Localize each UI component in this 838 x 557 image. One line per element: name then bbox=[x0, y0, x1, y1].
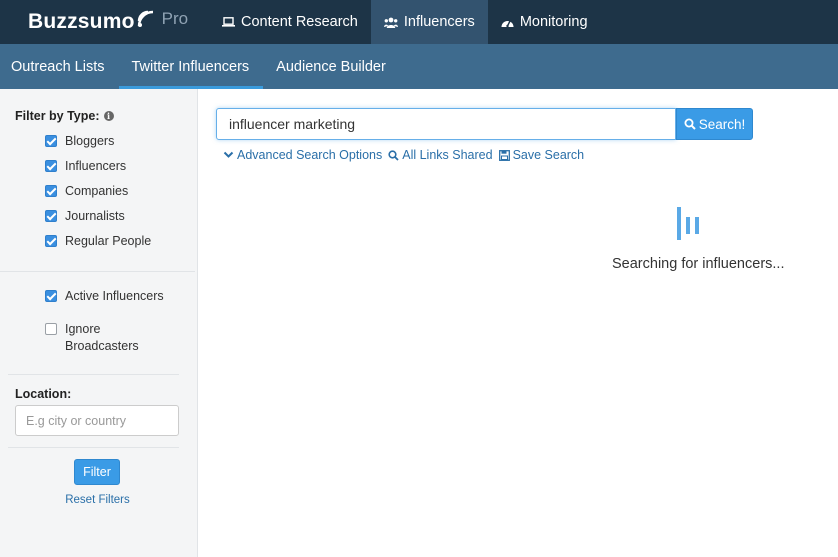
filter-type-bloggers[interactable]: Bloggers bbox=[45, 133, 114, 150]
loading-bars-icon bbox=[677, 207, 699, 240]
checkbox-active-influencers[interactable] bbox=[45, 290, 57, 302]
nav-influencers-label: Influencers bbox=[403, 14, 475, 30]
sidebar-divider bbox=[0, 271, 195, 272]
option-ignore-broadcasters[interactable]: Ignore Broadcasters bbox=[45, 321, 155, 355]
nav-monitoring[interactable]: Monitoring bbox=[488, 0, 601, 44]
searching-status: Searching for influencers... bbox=[612, 256, 785, 272]
signal-icon bbox=[137, 10, 153, 27]
nav-content-research-label: Content Research bbox=[241, 14, 358, 30]
checkbox-label: Journalists bbox=[65, 209, 125, 223]
search-links: Advanced Search Options All Links Shared… bbox=[223, 146, 590, 164]
search-icon bbox=[388, 149, 399, 161]
nav-influencers[interactable]: Influencers bbox=[370, 0, 488, 44]
filter-type-regular-people[interactable]: Regular People bbox=[45, 233, 151, 250]
nav-content-research[interactable]: Content Research bbox=[209, 0, 371, 44]
checkbox-label: Regular People bbox=[65, 234, 152, 248]
option-active-influencers[interactable]: Active Influencers bbox=[45, 288, 164, 305]
laptop-icon bbox=[222, 17, 235, 27]
save-icon bbox=[498, 149, 510, 161]
search-button-label: Search! bbox=[698, 116, 746, 132]
checkbox-influencers[interactable] bbox=[45, 160, 57, 172]
location-input[interactable] bbox=[15, 405, 179, 436]
info-icon[interactable]: i bbox=[103, 111, 114, 121]
filter-type-journalists[interactable]: Journalists bbox=[45, 208, 125, 225]
checkbox-label: Bloggers bbox=[65, 134, 115, 148]
checkbox-label: Influencers bbox=[65, 159, 127, 173]
checkbox-bloggers[interactable] bbox=[45, 135, 57, 147]
checkbox-journalists[interactable] bbox=[45, 210, 57, 222]
chevron-down-icon bbox=[223, 151, 234, 158]
filter-by-type-heading: Filter by Type: i bbox=[15, 109, 114, 123]
save-search-label: Save Search bbox=[512, 148, 585, 162]
dashboard-icon bbox=[501, 20, 514, 27]
users-icon bbox=[383, 17, 398, 28]
buzzsumo-logo[interactable]: Buzzsumo Pro bbox=[28, 9, 188, 35]
checkbox-regular-people[interactable] bbox=[45, 235, 57, 247]
tab-twitter-influencers[interactable]: Twitter Influencers bbox=[118, 44, 264, 89]
tab-audience-builder[interactable]: Audience Builder bbox=[263, 44, 400, 89]
search-icon bbox=[684, 118, 696, 130]
save-search-link[interactable]: Save Search bbox=[498, 148, 585, 162]
checkbox-label: Companies bbox=[65, 184, 129, 198]
main-nav: Content Research Influencers Monitoring bbox=[209, 0, 601, 44]
sidebar-divider bbox=[8, 374, 179, 375]
filter-button[interactable]: Filter bbox=[74, 459, 120, 485]
filter-type-influencers[interactable]: Influencers bbox=[45, 158, 126, 175]
filter-sidebar: Filter by Type: i Bloggers Influencers C… bbox=[0, 89, 198, 557]
checkbox-companies[interactable] bbox=[45, 185, 57, 197]
sub-nav: Outreach Lists Twitter Influencers Audie… bbox=[0, 44, 838, 89]
filter-type-companies[interactable]: Companies bbox=[45, 183, 128, 200]
tab-outreach-lists[interactable]: Outreach Lists bbox=[0, 44, 119, 89]
advanced-search-link[interactable]: Advanced Search Options bbox=[223, 148, 382, 162]
advanced-search-label: Advanced Search Options bbox=[237, 148, 383, 162]
search-button[interactable]: Search! bbox=[676, 108, 753, 140]
all-links-shared-link[interactable]: All Links Shared bbox=[388, 148, 493, 162]
top-navigation-bar: Buzzsumo Pro Content Research Influencer… bbox=[0, 0, 838, 44]
filter-by-type-label: Filter by Type: bbox=[15, 109, 100, 123]
search-input[interactable] bbox=[216, 108, 676, 140]
checkbox-ignore-broadcasters[interactable] bbox=[45, 323, 57, 335]
sub-navigation-bar: Outreach Lists Twitter Influencers Audie… bbox=[0, 44, 838, 89]
location-label: Location: bbox=[15, 387, 72, 401]
sidebar-divider bbox=[8, 447, 179, 448]
brand-suffix: Pro bbox=[161, 9, 189, 28]
brand-name: Buzzsumo bbox=[28, 10, 135, 33]
nav-monitoring-label: Monitoring bbox=[519, 14, 588, 30]
reset-filters-link[interactable]: Reset Filters bbox=[0, 494, 195, 506]
checkbox-label: Active Influencers bbox=[65, 289, 164, 303]
all-links-shared-label: All Links Shared bbox=[402, 148, 493, 162]
checkbox-label: Ignore Broadcasters bbox=[65, 322, 139, 353]
